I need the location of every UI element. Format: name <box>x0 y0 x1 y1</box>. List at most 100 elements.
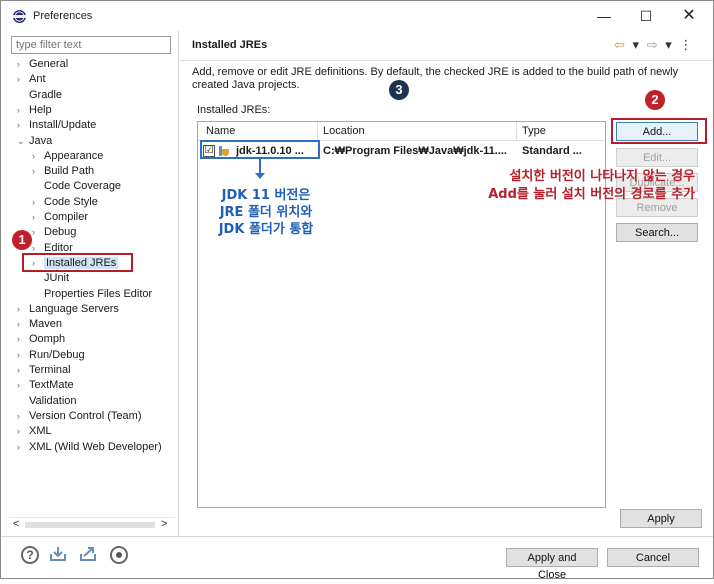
tree-item[interactable]: › Version Control (Team) <box>17 409 142 424</box>
close-button[interactable]: ✕ <box>674 5 704 27</box>
filter-input[interactable] <box>11 36 171 54</box>
tree-item-label: Compiler <box>44 211 89 223</box>
window-title: Preferences <box>33 10 93 22</box>
maximize-button[interactable]: ☐ <box>631 5 661 27</box>
expand-arrow-icon[interactable]: › <box>17 72 29 87</box>
column-header-location[interactable]: Location <box>323 125 365 137</box>
scroll-right-button[interactable]: > <box>161 518 167 530</box>
page-title: Installed JREs <box>192 39 268 51</box>
highlight-installed-jres <box>22 253 133 272</box>
tree-item-label: Ant <box>29 73 46 86</box>
back-arrow-icon[interactable]: ⇦ <box>614 37 625 52</box>
tree-item[interactable]: ⌄ Java <box>17 134 52 149</box>
expand-arrow-icon[interactable]: › <box>32 195 44 210</box>
expand-arrow-icon[interactable]: › <box>17 317 29 332</box>
expand-arrow-icon[interactable]: › <box>17 440 29 455</box>
column-separator[interactable] <box>317 122 318 141</box>
tree-item[interactable]: › Language Servers <box>17 302 119 317</box>
more-menu-icon[interactable]: ⋮ <box>679 37 692 52</box>
expand-arrow-icon[interactable]: › <box>17 57 29 72</box>
expand-arrow-icon[interactable]: › <box>17 409 29 424</box>
back-menu-icon[interactable]: ▾ <box>633 37 640 52</box>
expand-arrow-icon[interactable]: › <box>17 424 29 439</box>
highlight-add-button <box>611 118 707 144</box>
column-separator[interactable] <box>516 122 517 141</box>
record-icon[interactable] <box>110 546 128 564</box>
tree-item[interactable]: › Help <box>17 103 52 118</box>
tree-item[interactable]: › Oomph <box>17 332 65 347</box>
expand-arrow-icon[interactable]: › <box>17 103 29 118</box>
export-icon[interactable] <box>79 546 97 564</box>
tree-item-label: JUnit <box>44 272 70 285</box>
tree-item[interactable]: Validation <box>17 394 77 409</box>
tree-item-label: XML (Wild Web Developer) <box>29 440 162 453</box>
tree-item[interactable]: Code Coverage <box>32 179 121 194</box>
tree-item[interactable]: › Appearance <box>32 149 103 164</box>
column-header-type[interactable]: Type <box>522 125 546 137</box>
tree-item-label: Maven <box>29 318 63 331</box>
forward-menu-icon[interactable]: ▾ <box>665 37 672 52</box>
tree-item-label: Build Path <box>44 165 95 178</box>
tree-item[interactable]: Properties Files Editor <box>32 287 152 302</box>
tree-item[interactable]: › Code Style <box>32 195 98 210</box>
tree-item[interactable]: › Maven <box>17 317 62 332</box>
scroll-thumb[interactable] <box>25 522 155 528</box>
note-jdk11-line1: JDK 11 버전은 <box>221 188 311 203</box>
edit-button[interactable]: Edit... <box>616 148 698 167</box>
column-header-name[interactable]: Name <box>206 125 235 137</box>
table-header: Name Location Type <box>198 122 605 141</box>
tree-item[interactable]: › General <box>17 57 68 72</box>
tree-item-label: Help <box>29 103 52 116</box>
note-add-path-line1: 설치한 버전이 나타나지 않는 경우 <box>509 169 695 184</box>
tree-item-label: Debug <box>44 226 77 239</box>
apply-button[interactable]: Apply <box>620 509 702 528</box>
expand-arrow-icon[interactable]: › <box>17 332 29 347</box>
minimize-button[interactable]: — <box>589 5 619 27</box>
tree-item[interactable]: Gradle <box>17 88 62 103</box>
tree-item-label: Code Style <box>44 195 98 208</box>
expand-arrow-icon[interactable]: › <box>32 225 44 240</box>
expand-arrow-icon[interactable]: › <box>17 363 29 378</box>
scroll-left-button[interactable]: < <box>13 518 19 530</box>
tree-item[interactable]: JUnit <box>32 271 69 286</box>
expand-arrow-icon[interactable]: › <box>17 378 29 393</box>
tree-item-label: Code Coverage <box>44 180 122 193</box>
horizontal-scrollbar[interactable]: < > <box>9 517 175 531</box>
cancel-button[interactable]: Cancel <box>607 548 699 567</box>
search-button[interactable]: Search... <box>616 223 698 242</box>
expand-arrow-icon[interactable]: › <box>32 164 44 179</box>
forward-arrow-icon[interactable]: ⇨ <box>647 37 658 52</box>
apply-and-close-button[interactable]: Apply and Close <box>506 548 598 581</box>
note-add-path: 설치한 버전이 나타나지 않는 경우 Add를 눌러 설치 버전의 경로를 추가 <box>397 168 695 204</box>
tree-item[interactable]: › XML (Wild Web Developer) <box>17 440 162 455</box>
help-icon[interactable]: ? <box>21 546 39 564</box>
collapse-arrow-icon[interactable]: ⌄ <box>17 134 29 149</box>
tree-item-label: Java <box>29 134 53 147</box>
tree-item-label: Appearance <box>44 149 104 162</box>
tree-item[interactable]: › Ant <box>17 72 46 87</box>
tree-item[interactable]: › XML <box>17 424 52 439</box>
tree-item[interactable]: › Build Path <box>32 164 94 179</box>
expand-arrow-icon[interactable]: › <box>32 149 44 164</box>
tree-item[interactable]: › Debug <box>32 225 76 240</box>
preference-tree-panel: ›General›AntGradle›Help›Install/Update⌄J… <box>5 31 179 536</box>
tree-item-label: Oomph <box>29 333 66 346</box>
preferences-window: Preferences — ☐ ✕ ›General›AntGradle›Hel… <box>0 0 714 581</box>
page-header: Installed JREs ⇦ ▾ ⇨ ▾ ⋮ <box>180 31 713 61</box>
tree-item-label: Install/Update <box>29 119 97 132</box>
import-icon[interactable] <box>49 546 67 564</box>
tree-item[interactable]: › Terminal <box>17 363 71 378</box>
expand-arrow-icon[interactable]: › <box>17 118 29 133</box>
tree-item-label: XML <box>29 425 52 438</box>
tree-item[interactable]: › TextMate <box>17 378 74 393</box>
expand-arrow-icon[interactable]: › <box>17 302 29 317</box>
tree-item[interactable]: › Install/Update <box>17 118 96 133</box>
tree-item[interactable]: › Compiler <box>32 210 88 225</box>
title-bar: Preferences — ☐ ✕ <box>1 1 713 31</box>
tree-item-label: Properties Files Editor <box>44 287 153 300</box>
tree-item-label: Editor <box>44 241 73 254</box>
expand-arrow-icon[interactable]: › <box>17 348 29 363</box>
tree-item[interactable]: › Run/Debug <box>17 348 85 363</box>
tree-item-label: Version Control (Team) <box>29 409 142 422</box>
expand-arrow-icon[interactable]: › <box>32 210 44 225</box>
